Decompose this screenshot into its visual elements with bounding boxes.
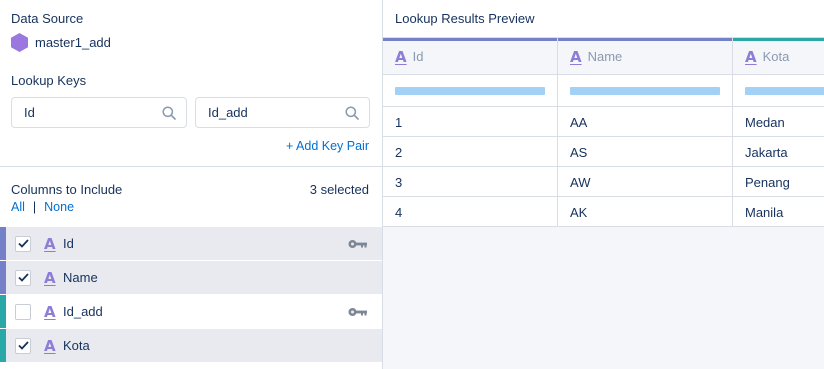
- separator: |: [32, 200, 37, 214]
- text-type-icon: A: [44, 302, 56, 321]
- table-cell: 3: [383, 167, 558, 197]
- source-color-bar: [0, 261, 6, 294]
- text-type-icon: A: [44, 234, 56, 253]
- table-row: 2 AS Jakarta: [383, 137, 824, 167]
- source-color-bar: [0, 329, 6, 362]
- text-type-icon: A: [745, 47, 757, 66]
- column-list: A Id A Name A Id_add A Kota: [0, 227, 382, 363]
- histogram-bar: [395, 87, 545, 95]
- column-row[interactable]: A Id: [0, 227, 382, 261]
- column-checkbox[interactable]: [15, 337, 31, 354]
- select-links: All | None: [11, 200, 74, 214]
- table-cell: AW: [558, 167, 733, 197]
- data-source-name: master1_add: [35, 35, 111, 50]
- table-cell: Manila: [733, 197, 824, 227]
- text-type-icon: A: [570, 47, 582, 66]
- lookup-key-left-value: Id: [24, 105, 35, 120]
- table-row: 4 AK Manila: [383, 197, 824, 227]
- lookup-key-right-input[interactable]: Id_add: [195, 97, 370, 128]
- table-cell: 2: [383, 137, 558, 167]
- add-key-pair-link[interactable]: + Add Key Pair: [286, 139, 369, 153]
- source-color-bar: [733, 38, 824, 41]
- column-checkbox[interactable]: [15, 303, 31, 320]
- column-row[interactable]: A Kota: [0, 329, 382, 363]
- column-header[interactable]: A Kota: [733, 38, 824, 75]
- lookup-keys-title: Lookup Keys: [11, 73, 87, 88]
- key-icon: [348, 307, 367, 316]
- histogram-cell: [558, 75, 733, 107]
- histogram-bar: [570, 87, 720, 95]
- text-type-icon: A: [44, 336, 56, 355]
- histogram-bar: [745, 87, 824, 95]
- data-source-row: master1_add: [11, 33, 111, 52]
- source-color-bar: [0, 295, 6, 328]
- selected-count: 3 selected: [309, 182, 369, 197]
- checkmark-icon: [17, 273, 29, 282]
- source-color-bar: [0, 227, 6, 260]
- table-row: 1 AA Medan: [383, 107, 824, 137]
- column-name: Id_add: [63, 304, 103, 319]
- source-color-bar: [383, 38, 557, 41]
- search-icon[interactable]: [162, 105, 176, 120]
- checkmark-icon: [17, 239, 29, 248]
- preview-grid: A Id A Name A Kota 1 AA Medan 2 AS Jakarta 3 AW Penang…: [383, 38, 824, 227]
- lookup-key-left-input[interactable]: Id: [11, 97, 187, 128]
- select-all-link[interactable]: All: [11, 200, 25, 214]
- column-row[interactable]: A Name: [0, 261, 382, 295]
- column-header-label: Kota: [762, 49, 790, 64]
- table-cell: 4: [383, 197, 558, 227]
- select-none-link[interactable]: None: [44, 200, 74, 214]
- column-name: Name: [63, 270, 98, 285]
- table-cell: AS: [558, 137, 733, 167]
- data-source-title: Data Source: [11, 11, 84, 26]
- histogram-cell: [733, 75, 824, 107]
- hexagon-icon: [11, 33, 28, 52]
- columns-to-include-title: Columns to Include: [11, 182, 123, 197]
- grid-header-row: A Id A Name A Kota: [383, 38, 824, 75]
- column-checkbox[interactable]: [15, 269, 31, 286]
- column-name: Kota: [63, 338, 90, 353]
- divider: [0, 166, 383, 167]
- column-header-label: Id: [412, 49, 424, 64]
- table-cell: Penang: [733, 167, 824, 197]
- column-name: Id: [63, 236, 74, 251]
- lookup-key-right-value: Id_add: [208, 105, 248, 120]
- column-header[interactable]: A Name: [558, 38, 733, 75]
- histogram-cell: [383, 75, 558, 107]
- preview-title: Lookup Results Preview: [395, 11, 535, 26]
- text-type-icon: A: [44, 268, 56, 287]
- table-cell: AA: [558, 107, 733, 137]
- table-row: 3 AW Penang: [383, 167, 824, 197]
- source-color-bar: [558, 38, 732, 41]
- column-header-label: Name: [587, 49, 623, 64]
- column-row[interactable]: A Id_add: [0, 295, 382, 329]
- table-cell: Medan: [733, 107, 824, 137]
- left-panel: Data Source master1_add Lookup Keys Id I…: [0, 0, 383, 369]
- text-type-icon: A: [395, 47, 407, 66]
- table-cell: AK: [558, 197, 733, 227]
- checkmark-icon: [17, 341, 29, 350]
- table-cell: 1: [383, 107, 558, 137]
- preview-panel: Lookup Results Preview A Id A Name A Kota 1 AA M…: [383, 0, 824, 369]
- key-icon: [348, 239, 367, 248]
- table-cell: Jakarta: [733, 137, 824, 167]
- search-icon[interactable]: [345, 105, 359, 120]
- column-checkbox[interactable]: [15, 235, 31, 252]
- grid-histogram-row: [383, 75, 824, 107]
- column-header[interactable]: A Id: [383, 38, 558, 75]
